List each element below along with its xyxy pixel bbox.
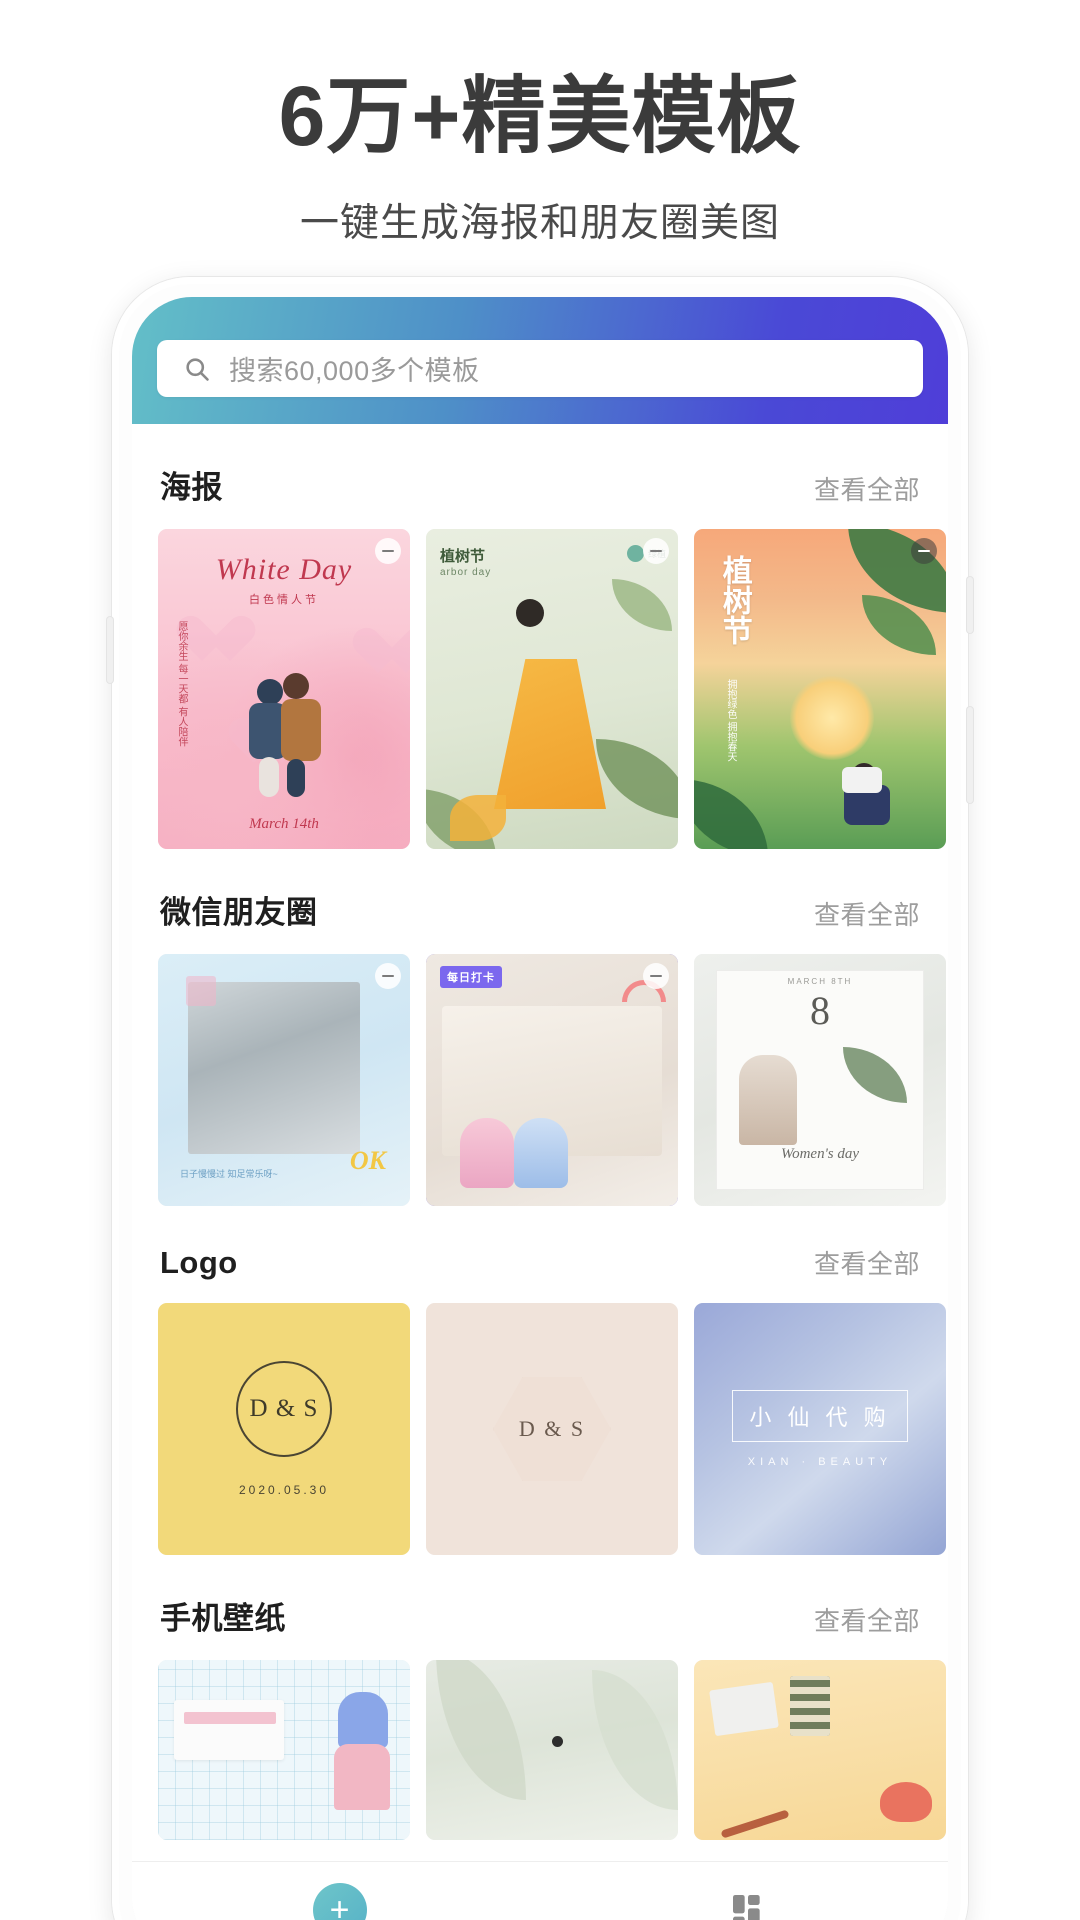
- logo-date: 2020.05.30: [238, 1483, 330, 1497]
- section-title: Logo: [160, 1245, 238, 1280]
- phone-volume-button: [107, 617, 113, 683]
- template-card-white-day[interactable]: White Day 白色情人节 愿你余生 每一天都 有人陪伴 March 14t…: [158, 529, 410, 849]
- card-photo: [188, 982, 360, 1154]
- card-footer: March 14th: [249, 816, 319, 832]
- section-logo: Logo 查看全部 D & S 2020.05.30 D & S 小 仙 代 购…: [132, 1206, 948, 1555]
- card-inner-frame: MARCH 8TH 8 Women's day: [716, 970, 924, 1190]
- card-artwork: MARCH 8TH 8 Women's day: [694, 954, 946, 1206]
- nav-item-templates[interactable]: [728, 1890, 768, 1920]
- app-header: 搜索60,000多个模板: [132, 297, 948, 424]
- template-card-wallpaper-grid[interactable]: [158, 1660, 410, 1840]
- sun-shape: [789, 676, 874, 761]
- tag-dot-icon: [626, 545, 644, 562]
- card-artwork: 每日打卡: [426, 954, 678, 1206]
- template-card-logo-circle[interactable]: D & S 2020.05.30: [158, 1303, 410, 1555]
- section-wallpaper: 手机壁纸 查看全部: [132, 1555, 948, 1840]
- card-artwork: [694, 1660, 946, 1840]
- card-row: White Day 白色情人节 愿你余生 每一天都 有人陪伴 March 14t…: [158, 529, 946, 849]
- template-card-tree-planting[interactable]: 植树节 拥抱绿色 拥抱春天: [694, 529, 946, 849]
- section-title: 海报: [160, 470, 223, 505]
- card-subtitle: arbor day: [440, 567, 492, 578]
- section-header: 手机壁纸 查看全部: [158, 1555, 922, 1660]
- card-artwork: 植树节 拥抱绿色 拥抱春天: [694, 529, 946, 849]
- card-badge-icon: [911, 538, 937, 564]
- card-caption: 日子慢慢过 知足常乐呀~: [180, 1168, 278, 1179]
- search-bar[interactable]: 搜索60,000多个模板: [157, 340, 923, 397]
- card-title: White Day: [215, 553, 353, 586]
- card-row: D & S 2020.05.30 D & S 小 仙 代 购 XIAN · BE…: [158, 1303, 946, 1555]
- card-artwork: D & S 2020.05.30: [158, 1303, 410, 1555]
- card-row: 日子慢慢过 知足常乐呀~ OK 每日打卡 MARCH 8TH 8 Women's…: [158, 954, 946, 1206]
- section-more-link[interactable]: 查看全部: [814, 1601, 920, 1638]
- card-top-text: MARCH 8TH: [787, 977, 853, 986]
- template-card-womens-day[interactable]: MARCH 8TH 8 Women's day: [694, 954, 946, 1206]
- person-illustration: [486, 599, 616, 809]
- card-title: 植树节: [717, 555, 751, 645]
- app-content: 海报 查看全部 White Day 白色情人节 愿你余生 每一天都 有人陪伴 M…: [132, 424, 948, 1920]
- search-box[interactable]: 搜索60,000多个模板: [157, 340, 923, 397]
- phone-screen: 搜索60,000多个模板 海报 查看全部 White Day 白色情人节 愿你余…: [132, 297, 948, 1920]
- phone-power-button: [967, 577, 973, 633]
- card-artwork: [158, 1660, 410, 1840]
- section-posters: 海报 查看全部 White Day 白色情人节 愿你余生 每一天都 有人陪伴 M…: [132, 424, 948, 849]
- logo-subtitle: XIAN · BEAUTY: [747, 1456, 893, 1468]
- nav-item-create[interactable]: +: [312, 1882, 367, 1920]
- logo-monogram: D & S: [236, 1361, 332, 1457]
- template-card-arbor-day[interactable]: 植树节 arbor day 绿植: [426, 529, 678, 849]
- template-card-wallpaper-leaves[interactable]: [426, 1660, 678, 1840]
- promo-page: 6万+精美模板 一键生成海报和朋友圈美图 搜索60,000多个模板 海报 查看全…: [0, 0, 1080, 1920]
- template-card-logo-hexagon[interactable]: D & S: [426, 1303, 678, 1555]
- template-card-moments-girl[interactable]: 日子慢慢过 知足常乐呀~ OK: [158, 954, 410, 1206]
- plus-icon[interactable]: +: [312, 1882, 367, 1920]
- section-title: 微信朋友圈: [160, 895, 318, 930]
- phone-side-button: [967, 707, 973, 803]
- card-caption: Women's day: [780, 1146, 860, 1162]
- section-header: 海报 查看全部: [158, 424, 922, 529]
- search-icon: [186, 357, 209, 381]
- card-badge-icon: [375, 963, 401, 989]
- section-moments: 微信朋友圈 查看全部 日子慢慢过 知足常乐呀~ OK 每日打卡 MARCH 8T…: [132, 849, 948, 1206]
- card-badge-icon: [375, 538, 401, 564]
- card-badge-icon: [643, 538, 669, 564]
- card-side-text: 愿你余生 每一天都 有人陪伴: [176, 621, 187, 747]
- card-accent-text: OK: [349, 1146, 386, 1175]
- card-title: 植树节: [440, 548, 486, 565]
- card-side-text: 拥抱绿色 拥抱春天: [725, 679, 736, 762]
- section-more-link[interactable]: 查看全部: [814, 1244, 920, 1281]
- logo-title: 小 仙 代 购: [732, 1390, 908, 1442]
- card-artwork: 植树节 arbor day 绿植: [426, 529, 678, 849]
- search-input-placeholder[interactable]: 搜索60,000多个模板: [229, 349, 480, 388]
- bottom-navigation: +: [132, 1861, 948, 1920]
- card-artwork: [426, 1660, 678, 1840]
- template-card-logo-xiaoxian[interactable]: 小 仙 代 购 XIAN · BEAUTY: [694, 1303, 946, 1555]
- section-header: 微信朋友圈 查看全部: [158, 849, 922, 954]
- card-artwork: 小 仙 代 购 XIAN · BEAUTY: [694, 1303, 946, 1555]
- card-badge-icon: [643, 963, 669, 989]
- couple-illustration: [241, 669, 327, 799]
- section-title: 手机壁纸: [160, 1601, 286, 1636]
- card-label: 每日打卡: [440, 966, 502, 988]
- section-more-link[interactable]: 查看全部: [814, 470, 920, 507]
- card-artwork: White Day 白色情人节 愿你余生 每一天都 有人陪伴 March 14t…: [158, 529, 410, 849]
- card-row: [158, 1660, 946, 1840]
- logo-monogram: D & S: [493, 1377, 611, 1481]
- card-artwork: 日子慢慢过 知足常乐呀~ OK: [158, 954, 410, 1206]
- page-title: 6万+精美模板: [278, 69, 802, 163]
- phone-mockup: 搜索60,000多个模板 海报 查看全部 White Day 白色情人节 愿你余…: [107, 277, 973, 1920]
- card-subtitle: 白色情人节: [249, 594, 319, 606]
- page-subtitle: 一键生成海报和朋友圈美图: [299, 202, 780, 245]
- template-card-moments-brunch[interactable]: 每日打卡: [426, 954, 678, 1206]
- card-big-number: 8: [810, 988, 830, 1033]
- template-card-wallpaper-desk[interactable]: [694, 1660, 946, 1840]
- section-more-link[interactable]: 查看全部: [814, 895, 920, 932]
- section-header: Logo 查看全部: [158, 1206, 922, 1303]
- grid-icon[interactable]: [728, 1890, 768, 1920]
- card-artwork: D & S: [426, 1303, 678, 1555]
